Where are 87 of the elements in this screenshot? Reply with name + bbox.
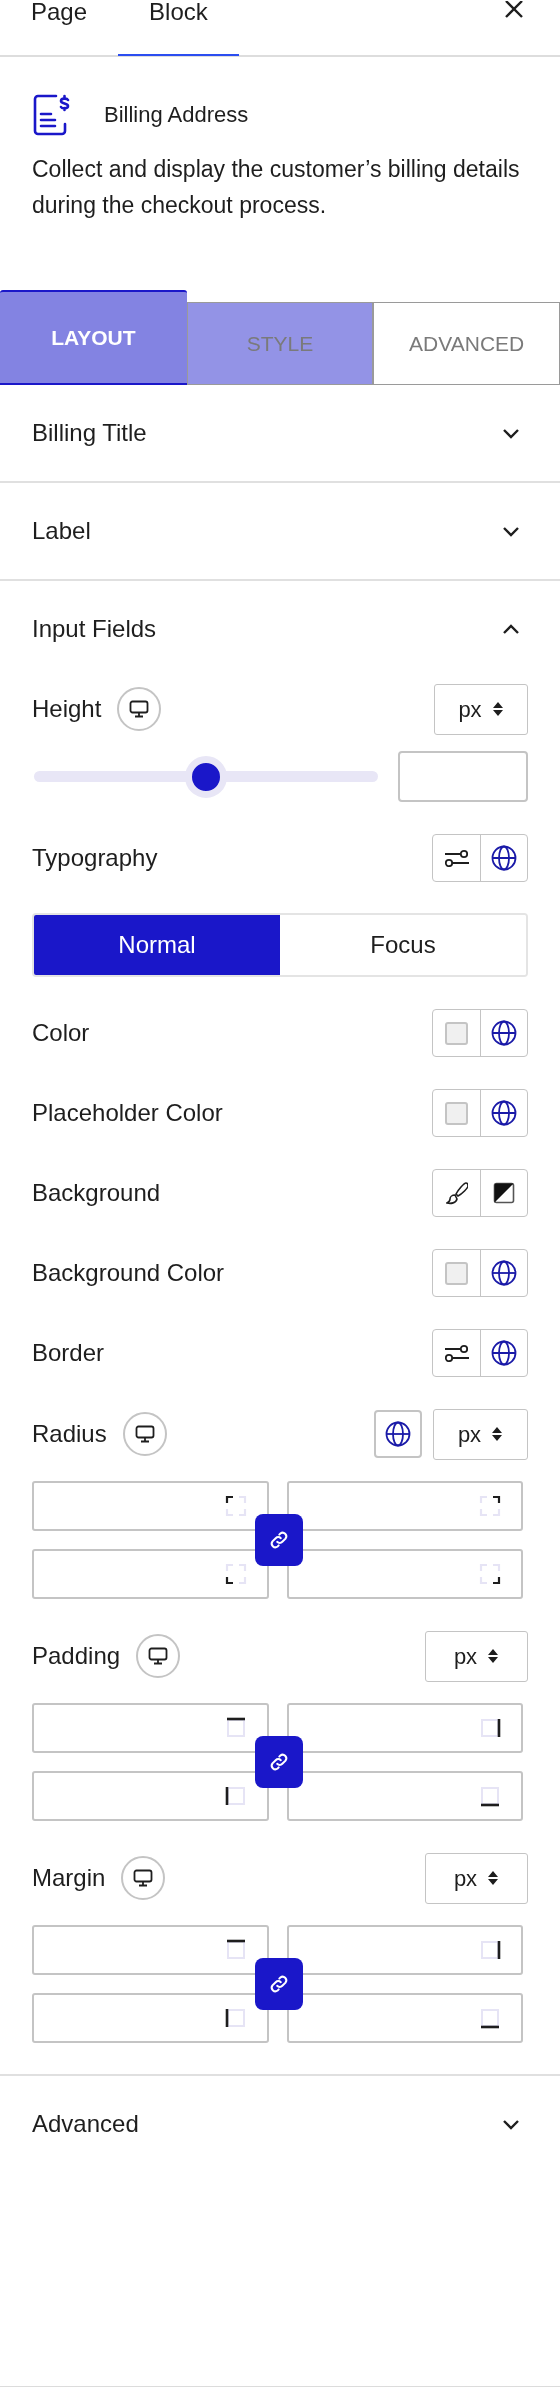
input-field[interactable] [286,1703,523,1753]
monitor-icon [129,700,150,718]
link-button[interactable] [255,1736,303,1788]
input-field[interactable] [286,1993,523,2043]
unit-select[interactable]: px [433,1408,528,1460]
globe-icon [385,1421,411,1447]
sliders-icon [443,1344,470,1362]
brush-icon [445,1181,468,1205]
globe-icon [491,1340,517,1366]
section-header[interactable]: Label [0,483,560,579]
device-toggle[interactable] [136,1634,181,1678]
control-label: Color [32,1018,90,1048]
link-icon [268,1973,290,1995]
input-field[interactable] [32,1925,269,1975]
side-icon [479,2007,501,2029]
section-header[interactable]: Input Fields [0,581,560,677]
sidebar-tab[interactable]: Block [118,0,239,56]
device-toggle[interactable] [117,687,162,731]
color-swatch [445,1261,468,1285]
control-label: Background [32,1178,161,1208]
input-field[interactable] [286,1549,523,1599]
sidebar-tab[interactable]: Page [0,0,119,56]
side-icon [224,1939,247,1961]
corner-icon [479,1563,501,1585]
sort-caret-icon [491,1426,504,1442]
chevron-down-icon [502,525,520,537]
control-label: Padding [32,1641,121,1671]
chevron-up-icon [502,623,520,635]
sort-caret-icon [491,701,504,717]
control-label: Placeholder Color [32,1098,223,1128]
state-tab[interactable]: Normal [34,915,280,975]
input-field[interactable] [286,1771,523,1821]
globe-icon [491,1100,517,1126]
chevron-down-icon [502,427,520,439]
sort-caret-icon [487,1870,500,1886]
control-label: Typography [32,843,158,873]
monitor-icon [134,1425,155,1443]
input-field[interactable] [32,1771,269,1821]
link-icon [268,1751,290,1773]
input-field[interactable] [32,1481,269,1531]
corner-icon [479,1495,501,1517]
corner-icon [224,1563,247,1585]
side-icon [479,1717,501,1739]
monitor-icon [148,1647,169,1665]
slider[interactable] [32,755,378,798]
input-field[interactable] [286,1481,523,1531]
input-field[interactable] [32,1993,269,2043]
device-toggle[interactable] [122,1412,167,1456]
section-header[interactable]: Billing Title [0,385,560,481]
side-icon [224,1785,247,1807]
input-field[interactable] [286,1925,523,1975]
link-button[interactable] [255,1514,303,1566]
globe-icon [491,845,517,871]
block-description: Collect and display the customer’s billing details during the checkout process. [32,155,521,220]
side-icon [224,1717,247,1739]
unit-select[interactable]: px [425,1630,528,1682]
input-field[interactable] [32,1703,269,1753]
color-swatch [445,1021,468,1045]
corner-icon [224,1495,247,1517]
control-label: Height [32,694,102,724]
sliders-icon [443,849,470,867]
block-title: Billing Address [104,100,249,129]
monitor-icon [133,1869,154,1887]
chevron-down-icon [502,2118,520,2130]
color-swatch [445,1101,468,1125]
side-icon [479,1785,501,1807]
globe-button[interactable] [374,1410,422,1458]
link-icon [268,1529,290,1551]
control-label: Background Color [32,1258,225,1288]
control-label: Margin [32,1863,106,1893]
invoice-dollar-icon [32,92,72,136]
control-label: Radius [32,1419,107,1449]
number-input[interactable] [398,751,528,802]
unit-select[interactable]: px [434,683,528,735]
side-icon [479,1939,501,1961]
control-label: Border [32,1338,105,1368]
globe-icon [491,1020,517,1046]
section-header[interactable]: Advanced [0,2076,560,2172]
panel-tab[interactable]: ADVANCED [373,302,560,385]
globe-icon [491,1260,517,1286]
unit-select[interactable]: px [425,1852,528,1904]
side-icon [224,2007,247,2029]
sort-caret-icon [487,1648,500,1664]
input-field[interactable] [32,1549,269,1599]
contrast-icon [493,1182,515,1204]
device-toggle[interactable] [121,1856,166,1900]
link-button[interactable] [255,1958,303,2010]
